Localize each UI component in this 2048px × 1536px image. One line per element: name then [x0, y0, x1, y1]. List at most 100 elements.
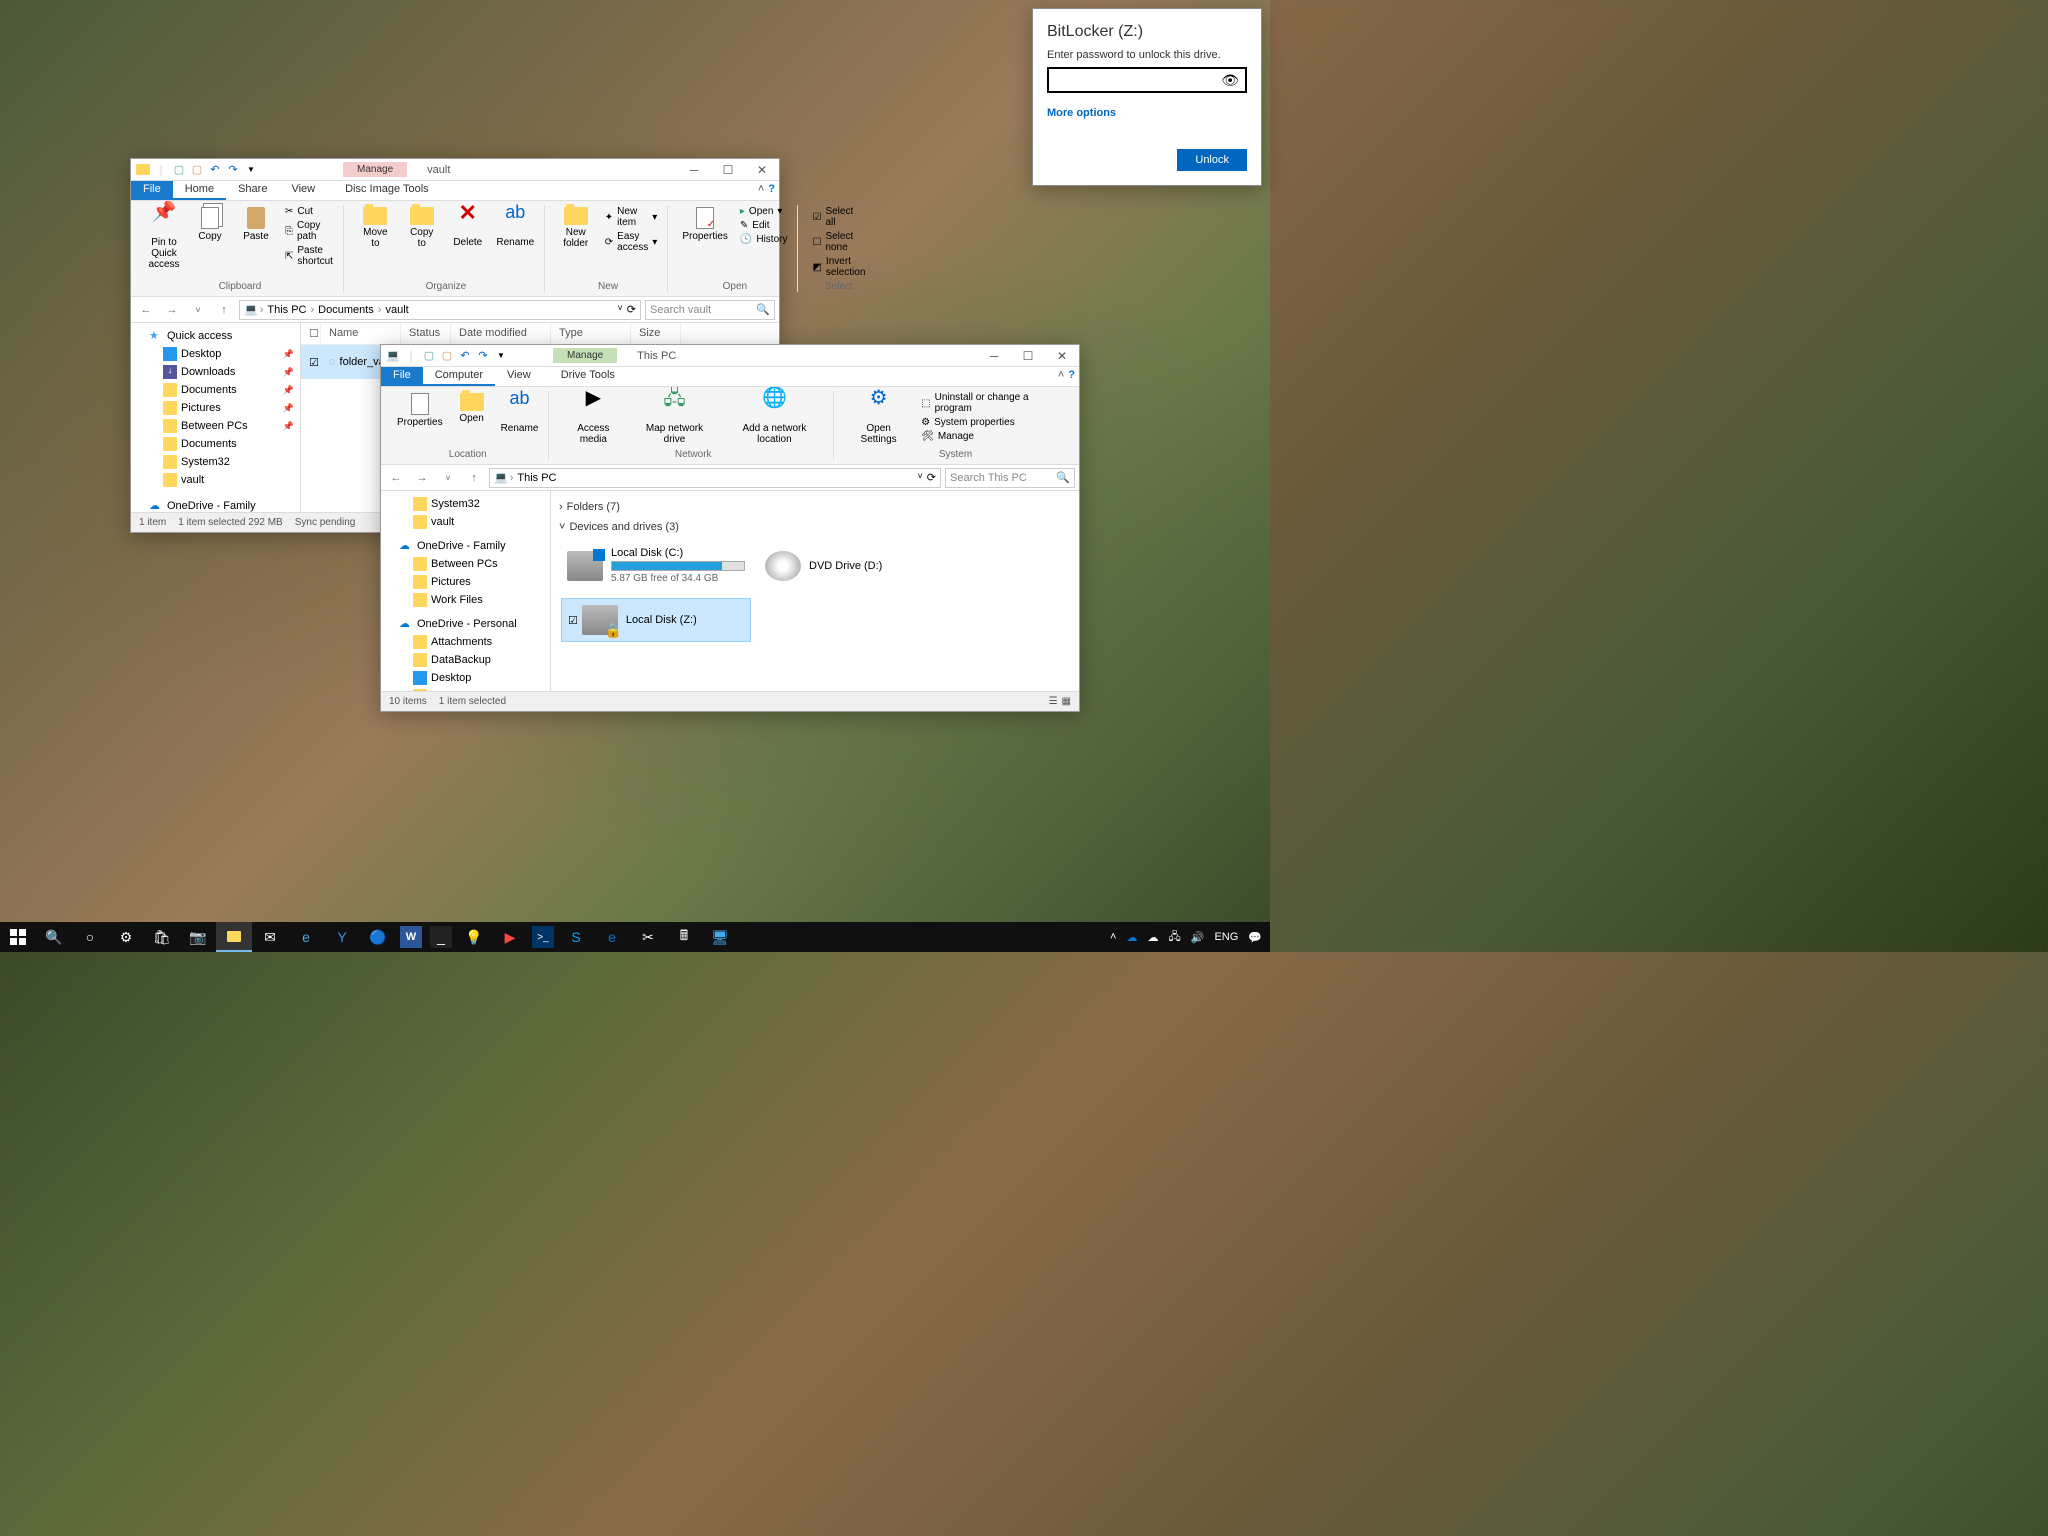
nav-vault[interactable]: vault: [381, 513, 550, 531]
more-options-link[interactable]: More options: [1047, 107, 1247, 119]
select-all-button[interactable]: ☑Select all: [808, 205, 869, 229]
settings-button[interactable]: ⚙: [108, 922, 144, 952]
tab-view[interactable]: View: [495, 367, 543, 386]
cortana-button[interactable]: ○: [72, 922, 108, 952]
properties-button[interactable]: ✓Properties: [678, 205, 732, 279]
system-properties-button[interactable]: ⚙System properties: [917, 416, 1067, 429]
view-tiles-button[interactable]: ▦: [1062, 696, 1071, 707]
ribbon-collapse-icon[interactable]: ˄: [758, 183, 764, 195]
minimize-button[interactable]: ─: [977, 345, 1011, 367]
map-drive-button[interactable]: 🖧Map network drive: [631, 391, 718, 447]
terminal-button[interactable]: _: [430, 926, 452, 948]
context-tab-manage[interactable]: Manage: [553, 348, 617, 363]
col-size[interactable]: Size: [631, 323, 681, 344]
powershell-button[interactable]: >_: [532, 926, 554, 948]
nav-pictures[interactable]: Pictures: [381, 573, 550, 591]
access-media-button[interactable]: ▶Access media: [559, 391, 627, 447]
qat-newfolder-icon[interactable]: ▢: [439, 348, 455, 364]
move-to-button[interactable]: Move to: [354, 205, 397, 279]
yammer-button[interactable]: Y: [324, 922, 360, 952]
easy-access-button[interactable]: ⟳Easy access ▾: [601, 230, 662, 254]
tray-volume-icon[interactable]: 🔊: [1187, 931, 1209, 944]
store-button[interactable]: 🛍: [144, 922, 180, 952]
camera-button[interactable]: 📷: [180, 922, 216, 952]
chrome-button[interactable]: 🔵: [360, 922, 396, 952]
rdp-button[interactable]: 🖥: [702, 922, 738, 952]
history-button[interactable]: 🕓History: [736, 233, 792, 246]
edge-legacy-button[interactable]: e: [288, 922, 324, 952]
reveal-password-icon[interactable]: 👁: [1221, 72, 1239, 89]
paste-button[interactable]: Paste: [235, 205, 277, 279]
add-location-button[interactable]: 🌐Add a network location: [722, 391, 827, 447]
nav-back-button[interactable]: ←: [385, 467, 407, 489]
checkbox-icon[interactable]: ☑: [568, 614, 578, 627]
close-button[interactable]: ✕: [1045, 345, 1079, 367]
nav-onedrive-family[interactable]: ☁OneDrive - Family: [381, 537, 550, 555]
invert-selection-button[interactable]: ◩Invert selection: [808, 255, 869, 279]
copy-button[interactable]: Copy: [189, 205, 231, 279]
help-icon[interactable]: ?: [1068, 369, 1075, 381]
tab-view[interactable]: View: [279, 181, 327, 200]
taskbar[interactable]: 🔍 ○ ⚙ 🛍 📷 ✉ e Y 🔵 W _ 💡 ▶ >_ S e ✂ 🖩 🖥 ˄…: [0, 922, 1270, 952]
refresh-icon[interactable]: ⟳: [627, 303, 636, 316]
titlebar[interactable]: 💻 | ▢ ▢ ↶ ↷ ▼ Manage This PC ─ ☐ ✕: [381, 345, 1079, 367]
delete-button[interactable]: ✕Delete: [447, 205, 489, 279]
tab-file[interactable]: File: [131, 181, 173, 200]
calculator-button[interactable]: 🖩: [666, 922, 702, 952]
nav-system32[interactable]: System32: [131, 453, 300, 471]
copy-to-button[interactable]: Copy to: [401, 205, 443, 279]
nav-between-pcs[interactable]: Between PCs: [381, 555, 550, 573]
nav-between-pcs[interactable]: Between PCs📌: [131, 417, 300, 435]
uninstall-button[interactable]: ⬚Uninstall or change a program: [917, 391, 1067, 415]
ribbon-collapse-icon[interactable]: ˄: [1058, 369, 1064, 381]
tray-onedrive-2-icon[interactable]: ☁: [1143, 931, 1162, 944]
col-name[interactable]: Name: [321, 323, 401, 344]
manage-button[interactable]: 🛠Manage: [917, 430, 1067, 443]
drive-c[interactable]: Local Disk (C:) 5.87 GB free of 34.4 GB: [561, 541, 751, 590]
minimize-button[interactable]: ─: [677, 159, 711, 181]
tab-file[interactable]: File: [381, 367, 423, 386]
nav-onedrive-family[interactable]: ☁OneDrive - Family: [131, 497, 300, 512]
search-input[interactable]: Search vault 🔍: [645, 300, 775, 320]
properties-button[interactable]: Properties: [393, 391, 447, 447]
nav-documents[interactable]: Documents: [381, 687, 550, 691]
nav-pictures[interactable]: Pictures📌: [131, 399, 300, 417]
unlock-button[interactable]: Unlock: [1177, 149, 1247, 171]
nav-recent-button[interactable]: ˅: [437, 467, 459, 489]
password-input[interactable]: [1055, 73, 1221, 87]
col-status[interactable]: Status: [401, 323, 451, 344]
nav-back-button[interactable]: ←: [135, 299, 157, 321]
skype-button[interactable]: S: [558, 922, 594, 952]
refresh-icon[interactable]: ⟳: [927, 471, 936, 484]
tab-disc-image-tools[interactable]: Disc Image Tools: [333, 181, 441, 200]
new-folder-button[interactable]: New folder: [555, 205, 597, 279]
address-dropdown-icon[interactable]: ˅: [618, 303, 623, 316]
navigation-pane[interactable]: ★Quick access Desktop📌 ↓Downloads📌 Docum…: [131, 323, 301, 512]
nav-forward-button[interactable]: →: [161, 299, 183, 321]
close-button[interactable]: ✕: [745, 159, 779, 181]
nav-documents-2[interactable]: Documents: [131, 435, 300, 453]
qat-properties-icon[interactable]: ▢: [421, 348, 437, 364]
open-button[interactable]: Open: [451, 391, 493, 447]
breadcrumb-root[interactable]: This PC: [265, 304, 308, 316]
nav-quick-access[interactable]: ★Quick access: [131, 327, 300, 345]
tray-language[interactable]: ENG: [1210, 931, 1242, 943]
nav-attachments[interactable]: Attachments: [381, 633, 550, 651]
nav-databackup[interactable]: DataBackup: [381, 651, 550, 669]
tab-home[interactable]: Home: [173, 181, 226, 200]
titlebar[interactable]: | ▢ ▢ ↶ ↷ ▼ Manage vault ─ ☐ ✕: [131, 159, 779, 181]
select-none-button[interactable]: ☐Select none: [808, 230, 869, 254]
qat-redo-icon[interactable]: ↷: [225, 162, 241, 178]
context-tab-manage[interactable]: Manage: [343, 162, 407, 177]
nav-up-button[interactable]: ↑: [213, 299, 235, 321]
qat-dropdown-icon[interactable]: ▼: [243, 162, 259, 178]
drive-d[interactable]: DVD Drive (D:): [759, 541, 949, 590]
search-input[interactable]: Search This PC 🔍: [945, 468, 1075, 488]
qat-properties-icon[interactable]: ▢: [171, 162, 187, 178]
col-type[interactable]: Type: [551, 323, 631, 344]
rename-button[interactable]: abRename: [493, 205, 538, 279]
edit-button[interactable]: ✎Edit: [736, 219, 792, 232]
thispc-content[interactable]: ›Folders (7) ˅Devices and drives (3) Loc…: [551, 491, 1079, 691]
nav-vault[interactable]: vault: [131, 471, 300, 489]
explorer-button[interactable]: [216, 922, 252, 952]
